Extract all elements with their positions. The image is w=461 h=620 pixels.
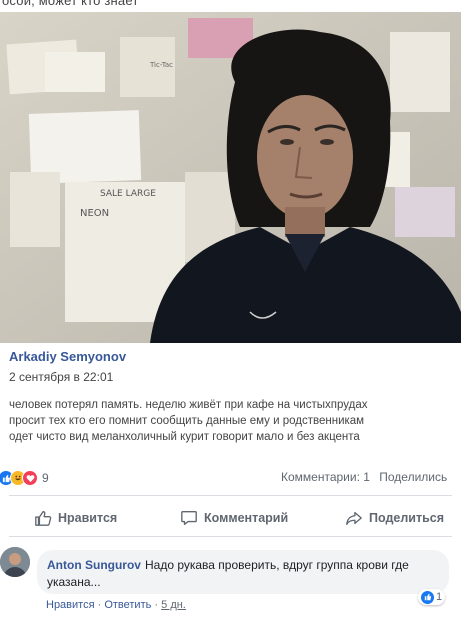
divider <box>9 536 452 537</box>
comment-like-badge[interactable]: 1 <box>418 589 446 605</box>
like-button[interactable]: Нравится <box>34 509 117 527</box>
photo-note-tictac: Tic-Tac <box>149 61 173 69</box>
comment-avatar[interactable] <box>0 547 30 577</box>
comments-shares-meta: Комментарии: 1 Поделились <box>281 470 447 484</box>
post-text: человек потерял память. неделю живёт при… <box>9 397 459 445</box>
comment-like-count: 1 <box>436 591 443 603</box>
photo-note-sale: SALE LARGE <box>100 189 156 199</box>
reaction-summary[interactable]: 9 <box>0 469 49 487</box>
top-fragment: осой, может кто знает <box>0 0 461 12</box>
like-reaction-icon <box>421 590 434 604</box>
comment-icon <box>181 511 197 525</box>
shares-link[interactable]: Поделились <box>379 470 447 484</box>
comment-like-link[interactable]: Нравится <box>46 599 95 611</box>
post-author[interactable]: Arkadiy Semyonov <box>9 349 126 364</box>
post-text-line: человек потерял память. неделю живёт при… <box>9 399 368 411</box>
photo-illustration: SALE LARGE NEON Tic-Tac <box>0 12 461 343</box>
comment-button-label: Комментарий <box>204 511 289 525</box>
share-arrow-icon <box>346 511 362 525</box>
post-timestamp[interactable]: 2 сентября в 22:01 <box>9 370 113 384</box>
post-actions: Нравится Комментарий Поделиться <box>0 509 461 531</box>
post-text-line: просит тех кто его помнит сообщить данны… <box>9 415 365 427</box>
like-button-label: Нравится <box>58 511 118 525</box>
comment-bubble: Anton Sungurov Надо рукава проверить, вдр… <box>37 550 449 594</box>
post-photo[interactable]: SALE LARGE NEON Tic-Tac <box>0 12 461 343</box>
comment-button[interactable]: Комментарий <box>180 509 288 527</box>
comments-count-link[interactable]: Комментарии: 1 <box>281 470 370 484</box>
separator: · <box>94 599 105 611</box>
love-reaction-icon <box>22 470 38 486</box>
reaction-count: 9 <box>42 471 49 485</box>
separator: · <box>151 599 162 611</box>
post-text-line: одет чисто вид меланхоличный курит говор… <box>9 431 360 443</box>
share-button-label: Поделиться <box>369 511 445 525</box>
photo-note-neon: NEON <box>80 208 109 219</box>
thumbs-up-icon <box>35 511 52 526</box>
divider <box>9 495 452 496</box>
share-button[interactable]: Поделиться <box>345 509 444 527</box>
comment-time[interactable]: 5 дн. <box>161 599 186 611</box>
comment-actions: Нравится · Ответить · 5 дн. <box>46 599 186 611</box>
comment-author[interactable]: Anton Sungurov <box>47 558 141 572</box>
comment-reply-link[interactable]: Ответить <box>104 599 151 611</box>
